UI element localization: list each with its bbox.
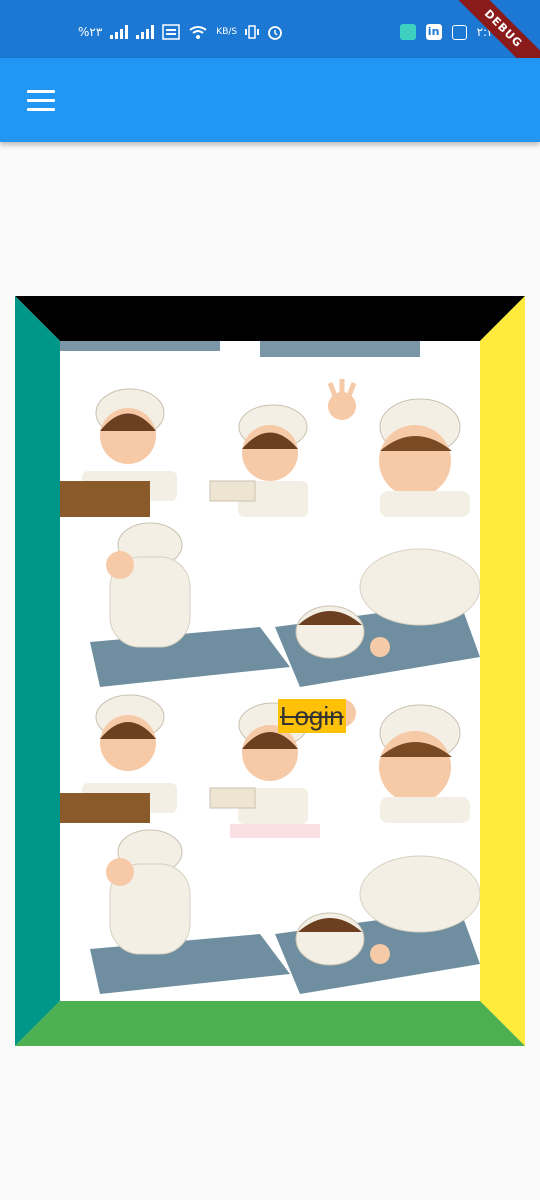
menu-button[interactable] (22, 84, 62, 118)
outlook-icon (451, 24, 467, 40)
status-bar: %٢٣ KB/S in ٢:٢٩ DEBUG (0, 0, 540, 90)
volte-icon (162, 24, 181, 40)
data-speed: KB/S (216, 27, 238, 37)
vibrate-icon (245, 25, 260, 39)
kid-book-illustration (209, 404, 308, 517)
kids-praying-row-2 (90, 824, 480, 994)
alarm-icon (268, 26, 283, 40)
frame-right (480, 296, 525, 1046)
signal-icon (110, 25, 129, 39)
kids-reading-row (60, 341, 470, 517)
login-button[interactable]: Login (278, 699, 346, 733)
chat-app-icon (399, 24, 416, 40)
status-left-icons: %٢٣ KB/S (78, 24, 283, 40)
wifi-icon (189, 26, 207, 39)
linkedin-icon: in (425, 24, 442, 40)
frame-bottom (15, 1001, 525, 1046)
kid-sujood-illustration (275, 548, 480, 687)
kid-waving-illustration (327, 379, 470, 517)
battery-percentage: %٢٣ (78, 25, 103, 39)
kid-dua-illustration (90, 522, 290, 687)
kids-praying-row (90, 522, 480, 687)
frame-left (15, 296, 60, 1046)
signal-icon-2 (136, 25, 155, 39)
app-bar (0, 58, 540, 142)
kid-reading-illustration (60, 388, 177, 517)
frame-top (15, 296, 525, 341)
bevel-frame: Login (15, 296, 525, 1046)
prayer-pattern-panel: Login (60, 341, 480, 1001)
